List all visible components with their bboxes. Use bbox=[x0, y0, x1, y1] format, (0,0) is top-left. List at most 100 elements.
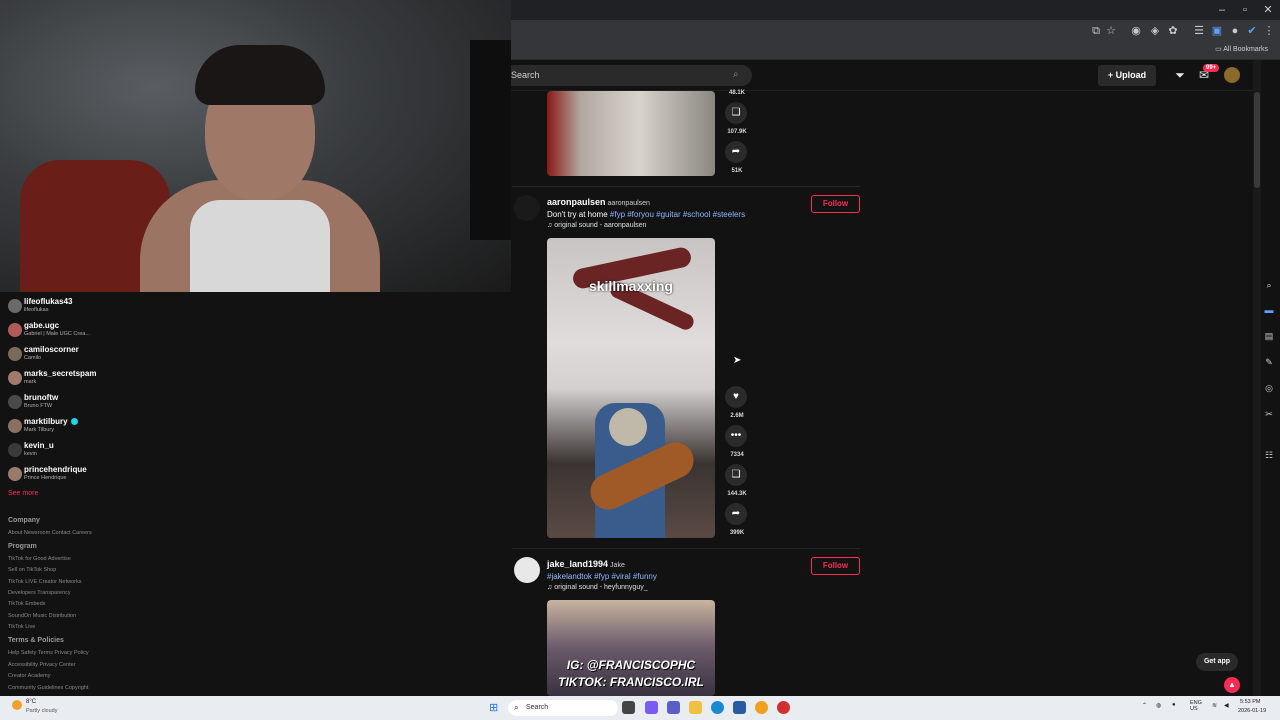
teams-icon[interactable] bbox=[667, 701, 680, 714]
post-video[interactable]: skillmaxxing bbox=[547, 238, 715, 538]
footer-program-link[interactable]: Sell on TikTok Shop bbox=[8, 567, 56, 573]
sound-text: original sound - heyfunnyguy_ bbox=[554, 584, 648, 591]
bookmark-icon[interactable]: ❑ bbox=[725, 464, 747, 486]
all-bookmarks-button[interactable]: ▭ All Bookmarks bbox=[1215, 45, 1268, 53]
tray-overflow-icon[interactable]: ⌃ bbox=[1142, 702, 1147, 709]
following-item[interactable]: marktilbury Mark Tilbury bbox=[8, 417, 158, 439]
profile-avatar[interactable] bbox=[1224, 67, 1240, 83]
extension-icon[interactable]: ◉ bbox=[1129, 24, 1143, 38]
windows-start-icon[interactable]: ⊞ bbox=[489, 702, 501, 714]
search-icon[interactable]: ⌕ bbox=[733, 69, 745, 81]
like-icon[interactable]: ♥ bbox=[725, 386, 747, 408]
avatar[interactable] bbox=[514, 195, 540, 221]
settings-side-icon[interactable]: ☷ bbox=[1263, 449, 1275, 461]
hashtags[interactable]: #jakelandtok #fyp #viral #funny bbox=[547, 572, 657, 581]
weather-icon[interactable] bbox=[12, 700, 22, 710]
follow-button[interactable]: Follow bbox=[811, 195, 860, 213]
following-item[interactable]: gabe.ugc Gabriel | Male UGC Crea... bbox=[8, 321, 158, 343]
chrome-icon[interactable] bbox=[755, 701, 768, 714]
reading-list-icon[interactable]: ☰ bbox=[1192, 24, 1206, 38]
footer-company-heading[interactable]: Company bbox=[8, 517, 40, 524]
browser-side-rail bbox=[1261, 60, 1280, 696]
notes-side-icon[interactable]: ✎ bbox=[1263, 356, 1275, 368]
following-name: kevin_u bbox=[24, 441, 54, 450]
profile-icon[interactable]: ● bbox=[1228, 24, 1242, 38]
following-name: lifeoflukas43 bbox=[24, 297, 73, 306]
bookmark-star-icon[interactable]: ☆ bbox=[1104, 24, 1118, 38]
install-app-icon[interactable]: ⧉ bbox=[1089, 24, 1103, 38]
maximize-icon[interactable]: ▫ bbox=[1235, 2, 1255, 18]
follow-button[interactable]: Follow bbox=[811, 557, 860, 575]
footer-program-link[interactable]: TikTok Live bbox=[8, 624, 35, 630]
volume-icon[interactable]: ◀ bbox=[1224, 702, 1229, 709]
footer-program-link[interactable]: TikTok LIVE Creator Networks bbox=[8, 579, 81, 585]
microphone-icon[interactable]: ● bbox=[1172, 702, 1176, 708]
following-item[interactable]: camiloscorner Camilo bbox=[8, 345, 158, 367]
comment-icon[interactable]: ••• bbox=[725, 425, 747, 447]
previous-post-video[interactable] bbox=[547, 91, 715, 176]
sync-icon[interactable]: ✔ bbox=[1245, 24, 1259, 38]
footer-terms-link[interactable]: Help Safety Terms Privacy Policy bbox=[8, 650, 89, 656]
sound-link[interactable]: ♫ original sound - aaronpaulsen bbox=[547, 222, 646, 229]
file-explorer-icon[interactable] bbox=[689, 701, 702, 714]
side-panel-icon[interactable]: ▣ bbox=[1210, 24, 1224, 38]
clock-time[interactable]: 5:53 PM bbox=[1240, 699, 1260, 705]
avatar bbox=[8, 371, 22, 385]
store-icon[interactable] bbox=[733, 701, 746, 714]
post-caption: Don't try at home #fyp #foryou #guitar #… bbox=[547, 210, 745, 219]
footer-terms-heading[interactable]: Terms & Policies bbox=[8, 637, 64, 644]
tray-app-icon[interactable]: ◍ bbox=[1156, 702, 1161, 709]
app-icon[interactable] bbox=[777, 701, 790, 714]
following-item[interactable]: brunoftw Bruno FTW bbox=[8, 393, 158, 415]
following-item[interactable]: kevin_u kevin bbox=[8, 441, 158, 463]
get-app-button[interactable]: Get app bbox=[1196, 653, 1238, 671]
search-side-icon[interactable]: ⌕ bbox=[1263, 279, 1275, 291]
footer-company-links[interactable]: About Newsroom Contact Careers bbox=[8, 530, 92, 536]
copilot-icon[interactable] bbox=[645, 701, 658, 714]
footer-terms-link[interactable]: Accessibility Privacy Center bbox=[8, 662, 76, 668]
bookmark-icon[interactable]: ❑ bbox=[725, 102, 747, 124]
share-icon[interactable]: ➦ bbox=[725, 503, 747, 525]
footer-program-link[interactable]: SoundOn Music Distribution bbox=[8, 613, 76, 619]
menu-dots-icon[interactable]: ⋮ bbox=[1262, 24, 1276, 38]
clock-date[interactable]: 2026-01-19 bbox=[1238, 708, 1266, 714]
shopping-side-icon[interactable]: ▤ bbox=[1263, 330, 1275, 342]
task-view-icon[interactable] bbox=[622, 701, 635, 714]
following-item[interactable]: marks_secretspam mark bbox=[8, 369, 158, 391]
taskbar-search[interactable] bbox=[508, 700, 618, 716]
sound-link[interactable]: ♫ original sound - heyfunnyguy_ bbox=[547, 584, 648, 591]
footer-program-link[interactable]: TikTok Embeds bbox=[8, 601, 45, 607]
upload-button[interactable]: + Upload bbox=[1098, 65, 1156, 86]
following-item[interactable]: lifeoflukas43 lifeoflukas bbox=[8, 297, 158, 319]
post-username[interactable]: jake_land1994 Jake bbox=[547, 559, 625, 569]
post-username[interactable]: aaronpaulsen aaronpaulsen bbox=[547, 197, 650, 207]
see-more-link[interactable]: See more bbox=[8, 490, 38, 497]
puzzle-extension-icon[interactable]: ✿ bbox=[1166, 24, 1180, 38]
share-icon[interactable]: ➦ bbox=[725, 141, 747, 163]
filter-icon[interactable]: ⏷ bbox=[1173, 68, 1187, 82]
footer-terms-link[interactable]: Creator Academy bbox=[8, 673, 51, 679]
shield-extension-icon[interactable]: ◈ bbox=[1148, 24, 1162, 38]
wifi-icon[interactable]: ≋ bbox=[1212, 702, 1217, 709]
post-caption: #jakelandtok #fyp #viral #funny bbox=[547, 572, 657, 581]
tools-side-icon[interactable]: ✂ bbox=[1263, 408, 1275, 420]
minimize-icon[interactable]: – bbox=[1212, 2, 1232, 18]
games-side-icon[interactable]: ◎ bbox=[1263, 382, 1275, 394]
edge-icon[interactable] bbox=[711, 701, 724, 714]
footer-program-link[interactable]: TikTok for Good Advertise bbox=[8, 556, 71, 562]
close-window-icon[interactable]: ✕ bbox=[1258, 2, 1278, 18]
avatar[interactable] bbox=[514, 557, 540, 583]
following-item[interactable]: princehendrique Prince Hendrique bbox=[8, 465, 158, 487]
chat-side-icon[interactable]: ▬ bbox=[1263, 304, 1275, 316]
post-video[interactable]: IG: @FRANCISCOPHC TIKTOK: FRANCISCO.IRL bbox=[547, 600, 715, 696]
footer-terms-link[interactable]: Community Guidelines Copyright bbox=[8, 685, 88, 691]
weather-temp[interactable]: 8°C bbox=[26, 699, 36, 705]
hashtags[interactable]: #fyp #foryou #guitar #school #steelers bbox=[610, 210, 745, 219]
back-to-top-icon[interactable]: ▲ bbox=[1224, 677, 1240, 693]
weather-desc[interactable]: Partly cloudy bbox=[26, 708, 58, 714]
language-indicator[interactable]: ENG US bbox=[1190, 700, 1202, 712]
username-text: aaronpaulsen bbox=[547, 197, 606, 207]
footer-program-link[interactable]: Developers Transparency bbox=[8, 590, 71, 596]
footer-program-heading[interactable]: Program bbox=[8, 543, 37, 550]
scrollbar-thumb[interactable] bbox=[1254, 92, 1260, 188]
